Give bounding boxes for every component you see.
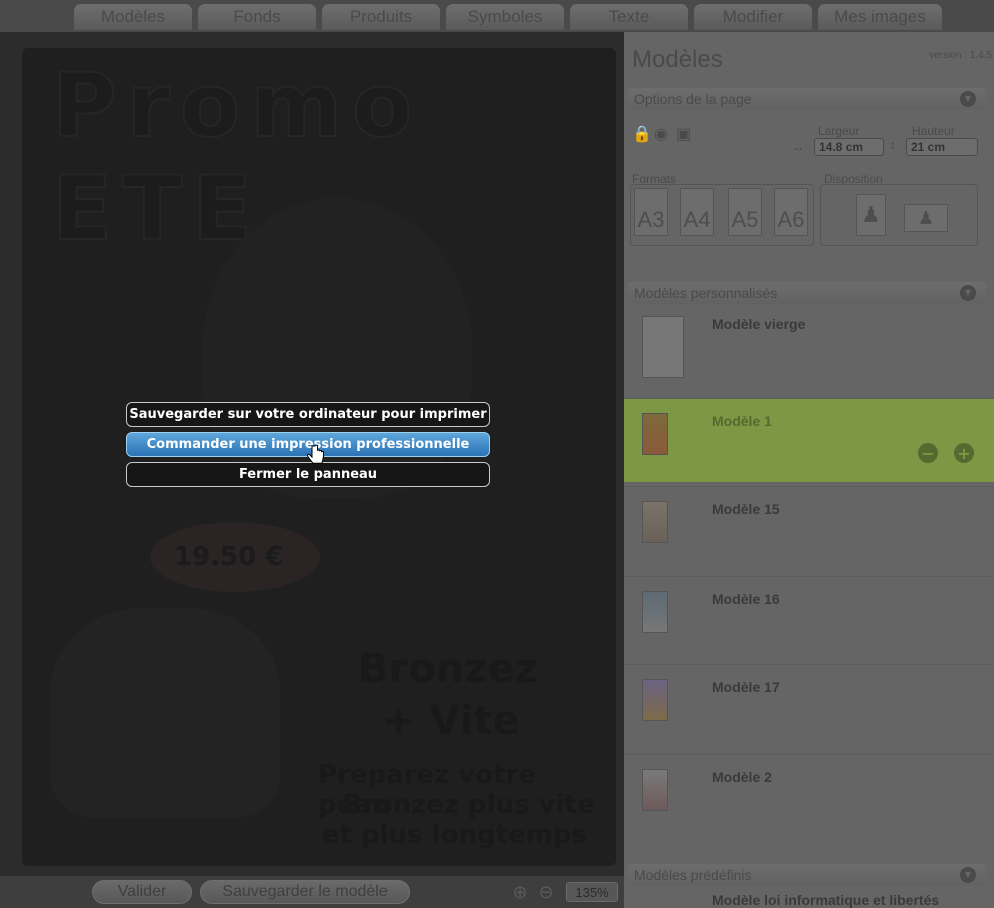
format-a6[interactable]: A6 (774, 188, 808, 236)
color-wheel-icon[interactable]: ◉ (654, 124, 668, 144)
resize-icon[interactable]: ▣ (676, 124, 691, 144)
model-thumbnail (642, 413, 668, 455)
poster-price: 19.50 € (174, 542, 284, 572)
portrait-orientation-icon[interactable]: ♟ (856, 194, 886, 236)
predefined-models-header-label: Modèles prédéfinis (634, 867, 752, 883)
page-options-header[interactable]: Options de la page ▼ (628, 88, 986, 110)
model-item-1[interactable]: Modèle 1 − + (624, 398, 994, 482)
model-thumbnail (642, 769, 668, 811)
poster-headline-1: Bronzez (358, 646, 538, 692)
save-model-button[interactable]: Sauvegarder le modèle (200, 880, 410, 904)
landscape-orientation-icon[interactable]: ♟ (904, 204, 948, 232)
add-icon[interactable]: + (954, 443, 974, 463)
model-thumbnail (642, 679, 668, 721)
width-label: Largeur (818, 124, 860, 138)
zoom-out-icon[interactable]: ⊖ (534, 880, 558, 904)
models-panel: Modèles version : 1.4.5 Options de la pa… (624, 32, 994, 908)
predefined-model-item[interactable]: Modèle loi informatique et libertés (712, 892, 939, 908)
top-tab-bar: Modèles Fonds Produits Symboles Texte Mo… (0, 0, 994, 32)
chevron-down-icon[interactable]: ▼ (960, 867, 976, 883)
width-arrows-icon: ↔ (792, 140, 804, 154)
zoom-level: 135% (566, 882, 618, 902)
poster-body-3: et plus longtemps (322, 820, 587, 850)
tab-modeles[interactable]: Modèles (74, 4, 192, 30)
model-thumbnail (642, 591, 668, 633)
tab-modifier[interactable]: Modifier (694, 4, 812, 30)
format-a3[interactable]: A3 (634, 188, 668, 236)
chevron-down-icon[interactable]: ▼ (960, 91, 976, 107)
save-local-button[interactable]: Sauvegarder sur votre ordinateur pour im… (126, 402, 490, 427)
height-field[interactable]: 21 cm (906, 138, 978, 156)
predefined-models-header[interactable]: Modèles prédéfinis ▼ (628, 864, 986, 886)
model-item-15[interactable]: Modèle 15 (624, 486, 994, 570)
width-field[interactable]: 14.8 cm (814, 138, 884, 156)
page-options-header-label: Options de la page (634, 91, 752, 107)
tab-texte[interactable]: Texte (570, 4, 688, 30)
version-label: version : 1.4.5 (929, 50, 992, 61)
height-arrows-icon: ↕ (890, 138, 896, 152)
validate-button[interactable]: Valider (92, 880, 192, 904)
remove-icon[interactable]: − (918, 443, 938, 463)
tab-mes-images[interactable]: Mes images (818, 4, 942, 30)
tab-fonds[interactable]: Fonds (198, 4, 316, 30)
format-a4[interactable]: A4 (680, 188, 714, 236)
panel-title: Modèles (632, 46, 723, 73)
model-label: Modèle 1 (712, 413, 772, 429)
model-item-blank[interactable]: Modèle vierge (624, 308, 994, 392)
format-a5[interactable]: A5 (728, 188, 762, 236)
model-thumbnail (642, 501, 668, 543)
poster-headline-2: + Vite (382, 698, 520, 744)
lock-icon[interactable]: 🔒 (632, 124, 652, 144)
height-label: Hauteur (912, 124, 955, 138)
hand-cursor-icon (306, 444, 324, 464)
chevron-down-icon[interactable]: ▼ (960, 285, 976, 301)
model-item-16[interactable]: Modèle 16 (624, 576, 994, 660)
disposition-box (820, 184, 978, 246)
poster-clock-illustration (50, 608, 280, 818)
model-thumbnail (642, 316, 684, 378)
bottom-toolbar: Valider Sauvegarder le modèle ⊕ ⊖ 135% (0, 876, 624, 908)
tab-produits[interactable]: Produits (322, 4, 440, 30)
poster-body-2: Bronzez plus vite (342, 790, 595, 820)
model-label: Modèle vierge (712, 316, 806, 332)
custom-models-header[interactable]: Modèles personnalisés ▼ (628, 282, 986, 304)
model-item-17[interactable]: Modèle 17 (624, 664, 994, 748)
model-label: Modèle 2 (712, 769, 772, 785)
zoom-in-icon[interactable]: ⊕ (508, 880, 532, 904)
tab-symboles[interactable]: Symboles (446, 4, 564, 30)
model-item-2[interactable]: Modèle 2 (624, 754, 994, 838)
model-label: Modèle 16 (712, 591, 780, 607)
model-label: Modèle 15 (712, 501, 780, 517)
model-label: Modèle 17 (712, 679, 780, 695)
custom-models-header-label: Modèles personnalisés (634, 285, 778, 301)
